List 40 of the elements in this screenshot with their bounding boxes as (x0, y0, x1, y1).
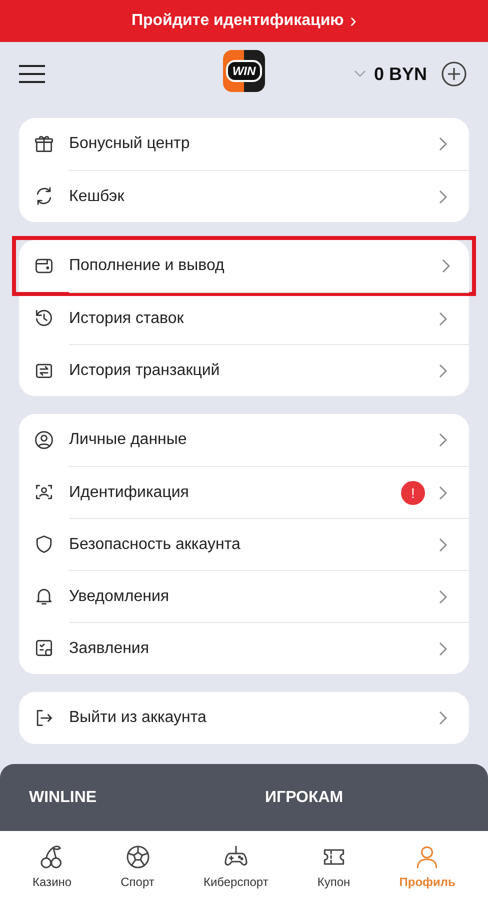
menu-item[interactable]: Бонусный центр (19, 118, 469, 170)
footer-heading[interactable]: WINLINE (29, 788, 265, 806)
chevron-icon (439, 711, 447, 725)
nav-tab[interactable]: Киберспорт (203, 842, 268, 888)
chevron-icon (442, 259, 450, 273)
user-circle-icon (33, 429, 55, 451)
chevron-icon (439, 486, 447, 500)
menu-item[interactable]: Заявления (19, 622, 469, 674)
menu-item[interactable]: Кешбэк (19, 170, 469, 222)
logo[interactable]: WIN (223, 50, 265, 92)
nav-tab[interactable]: Спорт (120, 842, 154, 888)
menu-item[interactable]: Выйти из аккаунта (19, 692, 469, 744)
chevron-icon: › (350, 11, 357, 31)
chevron-icon (439, 642, 447, 656)
chevron-icon (439, 538, 447, 552)
menu-item[interactable]: Пополнение и вывод (16, 240, 472, 292)
menu-item[interactable]: История ставок (19, 292, 469, 344)
chevron-icon (439, 190, 447, 204)
gift-icon (33, 133, 55, 155)
add-icon[interactable] (441, 61, 467, 87)
alert-badge: ! (401, 480, 425, 504)
menu-icon[interactable] (19, 64, 45, 84)
menu-item[interactable]: Безопасность аккаунта (19, 518, 469, 570)
nav-tab[interactable]: Купон (317, 842, 350, 888)
banner-text: Пройдите идентификацию (131, 12, 344, 30)
chevron-icon (439, 364, 447, 378)
chevron-icon (439, 590, 447, 604)
menu-item[interactable]: История транзакций (19, 344, 469, 396)
menu-item[interactable]: Уведомления (19, 570, 469, 622)
menu-item[interactable]: Идентификация ! (19, 466, 469, 518)
history-icon (33, 307, 55, 329)
balance: 0 BYN (374, 64, 427, 84)
nav-tab[interactable]: Казино (32, 842, 72, 888)
footer-heading[interactable]: ИГРОКАМ (265, 788, 344, 806)
chevron-icon (439, 137, 447, 151)
verification-banner[interactable]: Пройдите идентификацию › (0, 0, 488, 42)
chevron-icon (439, 312, 447, 326)
document-icon (33, 637, 55, 659)
chevron-icon (439, 433, 447, 447)
menu-item[interactable]: Личные данные (19, 414, 469, 466)
